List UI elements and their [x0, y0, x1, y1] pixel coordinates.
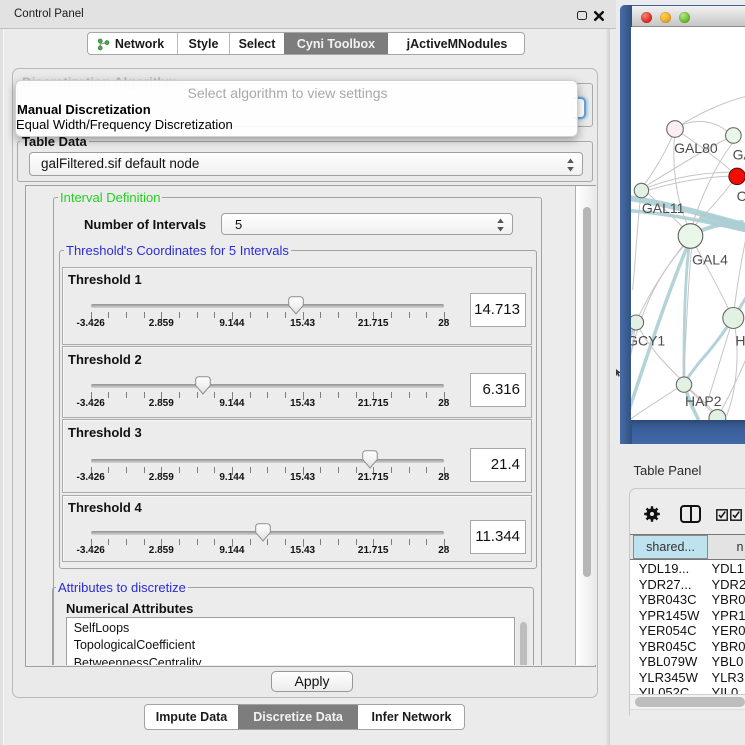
svg-text:GAL4: GAL4 — [692, 251, 728, 267]
svg-text:C: C — [737, 188, 745, 204]
svg-text:GAL11: GAL11 — [642, 200, 685, 216]
svg-text:H: H — [736, 332, 745, 348]
svg-text:GAL80: GAL80 — [674, 140, 718, 156]
svg-text:GA: GA — [733, 147, 745, 163]
svg-text:GCY1: GCY1 — [631, 332, 665, 348]
svg-text:HAP2: HAP2 — [685, 393, 722, 409]
